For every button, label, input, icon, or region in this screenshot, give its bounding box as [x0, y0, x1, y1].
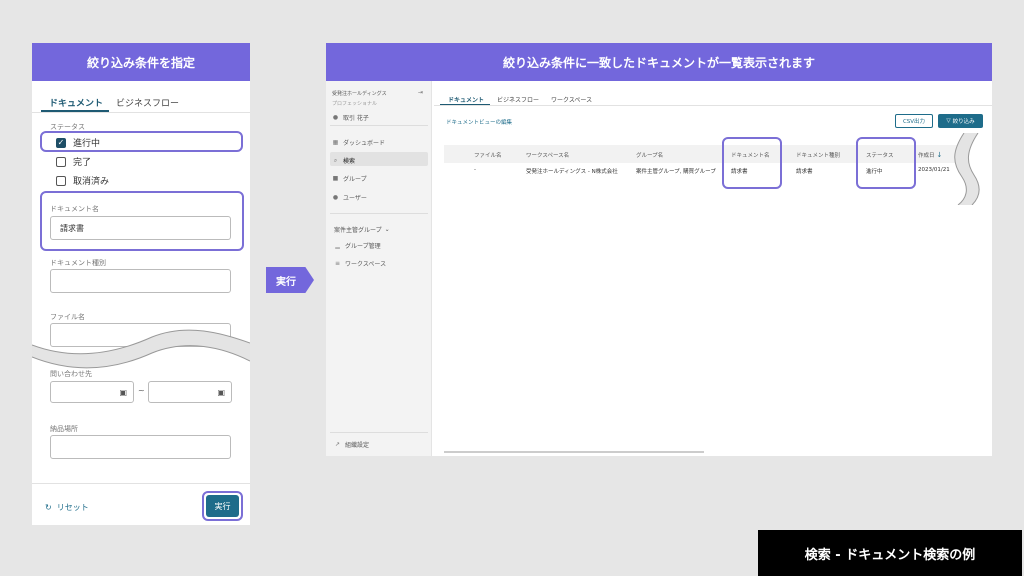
app-sidebar: 受発注ホールディングス ⇥ プロフェッショナル ● 取引 花子 ▦ ダッシュボード …: [326, 81, 432, 456]
external-link-icon: ↗: [334, 441, 341, 448]
search-icon: ⌕: [333, 156, 338, 164]
doc-type-input[interactable]: [50, 269, 231, 293]
doc-name-input[interactable]: 請求書: [50, 216, 231, 240]
sidebar-divider: [330, 125, 428, 126]
user-icon: ●: [332, 114, 339, 121]
tab-document[interactable]: ドキュメント: [49, 96, 103, 109]
column-group-name[interactable]: グループ名: [636, 151, 663, 159]
doc-name-column-highlight: [722, 137, 782, 189]
date-from-input[interactable]: ▣: [50, 381, 134, 403]
status-option-cancelled[interactable]: 取消済み: [56, 174, 109, 187]
column-file-name[interactable]: ファイル名: [474, 151, 502, 159]
delivery-input[interactable]: [50, 435, 231, 459]
footer-divider: [32, 483, 250, 484]
calendar-icon[interactable]: ▣: [217, 388, 225, 397]
sidebar-user[interactable]: ● 取引 花子: [332, 113, 369, 122]
bar-chart-icon: ▁: [335, 242, 340, 249]
column-created-date[interactable]: 作成日 ↓: [918, 151, 942, 159]
tab-workspace[interactable]: ワークスペース: [551, 95, 592, 104]
omission-wave-vertical: [954, 133, 980, 205]
date-to-input[interactable]: ▣: [148, 381, 232, 403]
filter-icon: ▽: [946, 118, 951, 124]
cell-created-date: 2023/01/21: [918, 167, 950, 173]
refresh-icon: ↻: [45, 503, 52, 512]
reset-button[interactable]: ↻ リセット: [45, 502, 89, 513]
sidebar-item-workspace[interactable]: ≡ ワークスペース: [334, 259, 386, 268]
column-workspace-name[interactable]: ワークスペース名: [526, 151, 569, 159]
folder-icon: ■: [332, 175, 339, 182]
tab-business-flow[interactable]: ビジネスフロー: [116, 96, 179, 109]
filter-button[interactable]: ▽ 絞り込み: [938, 114, 983, 128]
filter-panel-header: 絞り込み条件を指定: [32, 43, 250, 81]
column-document-type[interactable]: ドキュメント種別: [796, 151, 840, 159]
chevron-down-icon: ⌄: [384, 226, 390, 233]
run-button[interactable]: 実行: [206, 495, 239, 517]
cell-group-name: 案件主管グループ, 購買グループ: [636, 169, 716, 175]
inquiry-label: 問い合わせ先: [50, 370, 92, 378]
status-column-highlight: [856, 137, 916, 189]
status-option-in-progress[interactable]: ✓ 進行中: [56, 136, 100, 149]
logout-icon[interactable]: ⇥: [418, 89, 423, 96]
edit-view-link[interactable]: ドキュメントビューの編集: [446, 118, 512, 126]
horizontal-scrollbar[interactable]: [444, 451, 704, 453]
file-name-label: ファイル名: [50, 313, 85, 321]
tab-business-flow[interactable]: ビジネスフロー: [497, 95, 539, 104]
tab-divider: [32, 112, 250, 113]
checkbox-icon: [56, 175, 66, 186]
sidebar-item-dashboard[interactable]: ▦ ダッシュボード: [332, 138, 385, 147]
results-panel: 絞り込み条件に一致したドキュメントが一覧表示されます 受発注ホールディングス ⇥…: [326, 43, 992, 456]
sidebar-divider: [330, 432, 428, 433]
tab-divider: [434, 105, 992, 106]
cell-file-name: -: [474, 167, 476, 173]
checkbox-checked-icon: ✓: [56, 137, 66, 148]
sidebar-divider: [330, 213, 428, 214]
sidebar-group-header[interactable]: 案件主管グループ ⌄: [334, 225, 390, 234]
checkbox-icon: [56, 156, 66, 167]
status-option-completed[interactable]: 完了: [56, 155, 91, 168]
omission-wave: [32, 329, 250, 369]
tab-document[interactable]: ドキュメント: [448, 95, 484, 104]
sidebar-item-search[interactable]: ⌕ 検索: [332, 156, 355, 166]
cell-workspace-name: 受発注ホールディングス - N株式会社: [526, 169, 618, 175]
delivery-label: 納品場所: [50, 425, 78, 433]
filter-panel: 絞り込み条件を指定 ドキュメント ビジネスフロー ステータス ✓ 進行中 完了 取…: [32, 43, 250, 525]
range-separator: ~: [138, 386, 145, 395]
results-panel-header: 絞り込み条件に一致したドキュメントが一覧表示されます: [326, 43, 992, 81]
csv-export-button[interactable]: CSV出力: [895, 114, 933, 128]
sort-down-icon: ↓: [936, 151, 943, 159]
list-icon: ≡: [334, 260, 341, 267]
sidebar-item-group[interactable]: ■ グループ: [332, 174, 367, 183]
cell-document-type: 請求書: [796, 169, 813, 175]
calendar-icon[interactable]: ▣: [119, 388, 127, 397]
users-icon: ●: [332, 194, 339, 201]
org-name: 受発注ホールディングス: [332, 91, 387, 97]
org-plan: プロフェッショナル: [332, 101, 378, 107]
doc-name-label: ドキュメント名: [50, 205, 99, 213]
sidebar-item-org-settings[interactable]: ↗ 組織設定: [334, 440, 369, 449]
grid-icon: ▦: [332, 139, 339, 146]
sidebar-item-group-manage[interactable]: ▁ グループ管理: [334, 241, 380, 250]
sidebar-item-users[interactable]: ● ユーザー: [332, 193, 367, 202]
run-arrow: 実行: [266, 267, 314, 293]
caption-label: 検索 - ドキュメント検索の例: [758, 530, 1022, 576]
doc-type-label: ドキュメント種別: [50, 259, 106, 267]
